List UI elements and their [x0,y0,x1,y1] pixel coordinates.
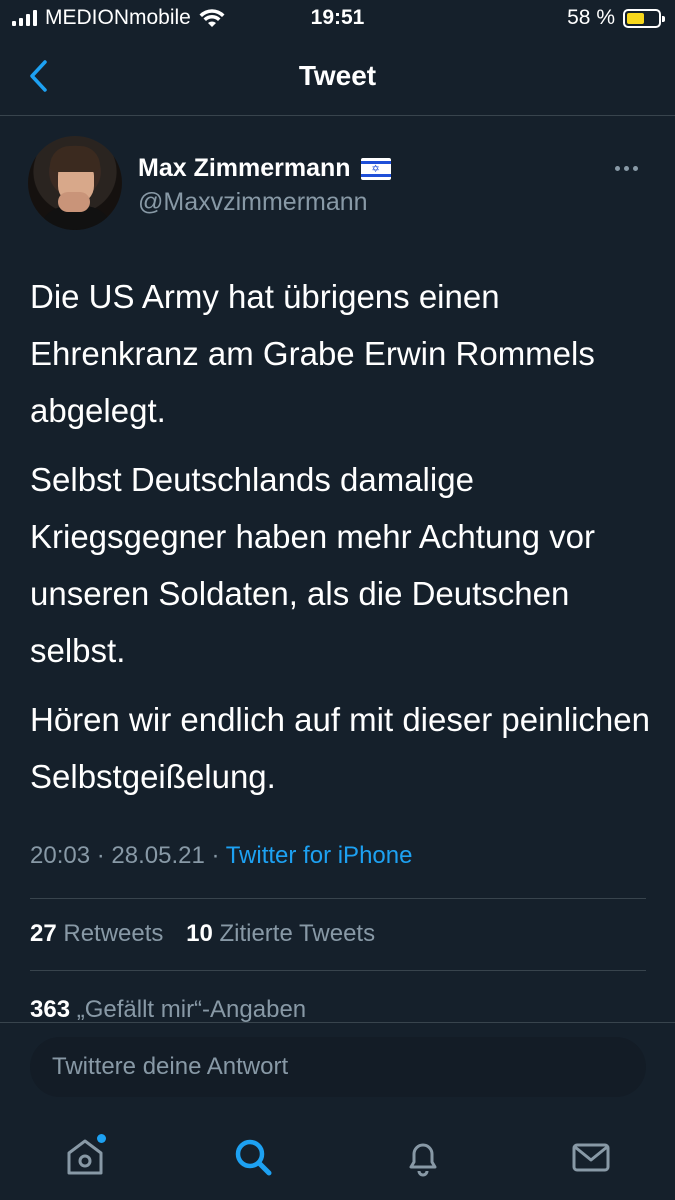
avatar[interactable] [28,136,122,230]
top-navigation-bar: Tweet [0,40,675,116]
bottom-tab-bar [0,1112,675,1200]
more-dots-icon [614,165,620,171]
quotes-count: 10 [186,920,213,947]
tweet-source-link[interactable]: Twitter for iPhone [226,842,413,869]
tab-notifications[interactable] [398,1132,448,1182]
battery-icon [623,8,665,28]
reply-input[interactable] [30,1037,646,1097]
likes-stat[interactable]: 363 „Gefällt mir“-Angaben [30,996,306,1023]
author-display-name[interactable]: Max Zimmermann ✡ [138,154,391,183]
divider [30,898,646,899]
tweet-paragraph: Die US Army hat übrigens einen Ehrenkran… [30,278,595,429]
tweet-timestamp-line: 20:03 · 28.05.21 · Twitter for iPhone [30,842,412,870]
retweets-count: 27 [30,920,57,947]
tab-messages[interactable] [566,1132,616,1182]
retweets-stat[interactable]: 27 Retweets [30,920,163,947]
bell-icon [409,1143,437,1177]
reply-bar [0,1022,675,1112]
author-name-text: Max Zimmermann [138,154,351,182]
retweets-label: Retweets [63,920,164,947]
likes-count: 363 [30,996,71,1023]
tweet-stats-row: 27 Retweets 10 Zitierte Tweets [30,920,391,948]
tweet-text: Die US Army hat übrigens einen Ehrenkran… [30,268,650,817]
quote-tweets-stat[interactable]: 10 Zitierte Tweets [186,920,375,947]
tweet-paragraph: Selbst Deutschlands damalige Kriegsgegne… [30,461,596,669]
battery-fill [627,12,644,24]
mail-icon [572,1143,610,1172]
tab-search[interactable] [228,1132,278,1182]
likes-label: „Gefällt mir“-Angaben [76,996,307,1023]
quotes-label: Zitierte Tweets [219,920,376,947]
status-bar-right: 58 % [567,6,665,30]
more-options-button[interactable] [608,158,644,178]
likes-stat-row: 363 „Gefällt mir“-Angaben [30,996,322,1024]
search-icon [235,1139,272,1176]
status-bar: MEDIONmobile 19:51 58 % [0,0,675,40]
battery-percentage: 58 % [567,6,615,29]
page-title: Tweet [298,60,377,91]
tweet-paragraph: Hören wir endlich auf mit dieser peinlic… [30,701,650,795]
israel-flag-icon: ✡ [360,157,391,180]
tweet-author: Max Zimmermann ✡ @Maxvzimmermann [28,136,648,232]
tweet-timestamp: 20:03 · 28.05.21 · [30,842,226,869]
tab-home[interactable] [60,1132,110,1182]
new-content-dot [97,1134,106,1143]
divider [30,970,646,971]
author-handle[interactable]: @Maxvzimmermann [138,188,368,217]
